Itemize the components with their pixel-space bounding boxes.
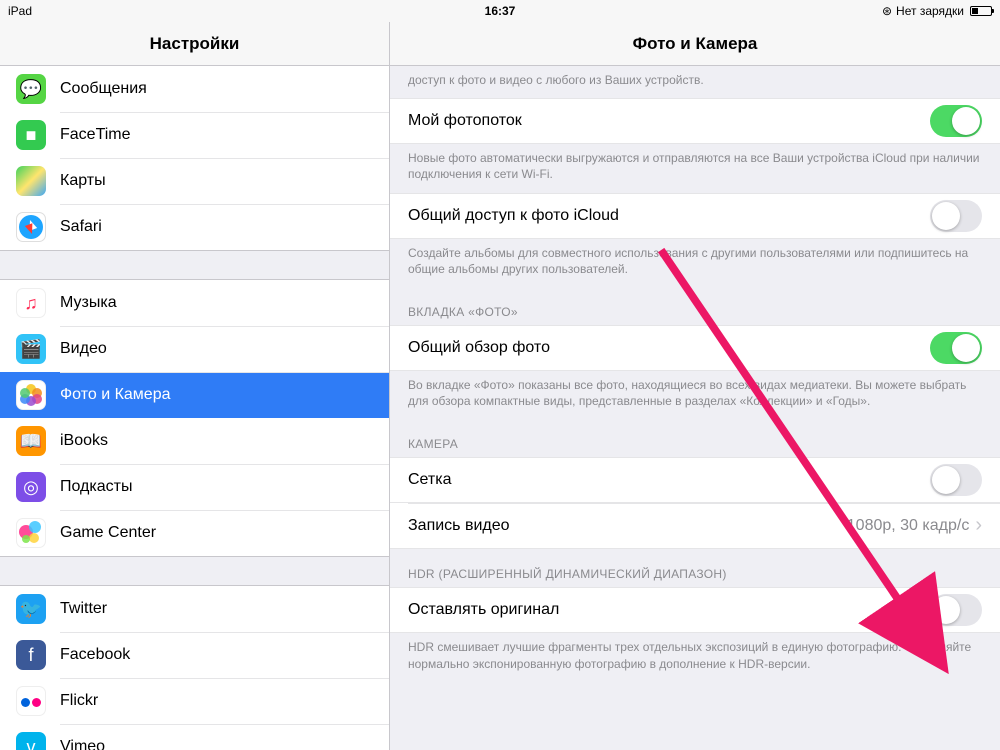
sidebar-item-safari[interactable]: Safari — [0, 204, 389, 250]
sidebar-item-label: Сообщения — [60, 80, 147, 98]
sidebar-item-gamecenter[interactable]: Game Center — [0, 510, 389, 556]
sidebar-item-label: Музыка — [60, 294, 117, 312]
sidebar-item-label: Twitter — [60, 600, 107, 618]
grid-switch[interactable] — [930, 464, 982, 496]
sidebar-item-label: Game Center — [60, 524, 156, 542]
status-right: ⊛ Нет зарядки — [672, 4, 992, 18]
sidebar-item-messages[interactable]: 💬 Сообщения — [0, 66, 389, 112]
sidebar-item-maps[interactable]: Карты — [0, 158, 389, 204]
status-time: 16:37 — [328, 4, 672, 18]
sidebar-item-facebook[interactable]: f Facebook — [0, 632, 389, 678]
camera-header: КАМЕРА — [390, 419, 1000, 457]
photostream-label: Мой фотопоток — [408, 112, 930, 130]
sidebar-item-photos[interactable]: Фото и Камера — [0, 372, 389, 418]
sidebar-item-ibooks[interactable]: 📖 iBooks — [0, 418, 389, 464]
facebook-icon: f — [16, 640, 46, 670]
icloud-access-footer: доступ к фото и видео с любого из Ваших … — [390, 66, 1000, 98]
maps-icon — [16, 166, 46, 196]
sidebar: Настройки 💬 Сообщения ■ FaceTime Карты Safari… — [0, 22, 390, 750]
sidebar-item-label: Facebook — [60, 646, 130, 664]
status-device: iPad — [8, 4, 328, 18]
facetime-icon: ■ — [16, 120, 46, 150]
hdr-header: HDR (РАСШИРЕННЫЙ ДИНАМИЧЕСКИЙ ДИАПАЗОН) — [390, 549, 1000, 587]
chevron-right-icon: › — [975, 514, 982, 537]
sidebar-item-flickr[interactable]: Flickr — [0, 678, 389, 724]
sidebar-item-label: Подкасты — [60, 478, 132, 496]
sidebar-item-twitter[interactable]: 🐦 Twitter — [0, 586, 389, 632]
twitter-icon: 🐦 — [16, 594, 46, 624]
status-bar: iPad 16:37 ⊛ Нет зарядки — [0, 0, 1000, 22]
row-grid[interactable]: Сетка — [390, 457, 1000, 503]
icloud-sharing-switch[interactable] — [930, 200, 982, 232]
status-battery-text: Нет зарядки — [896, 4, 964, 18]
photo-summary-switch[interactable] — [930, 332, 982, 364]
row-photo-summary[interactable]: Общий обзор фото — [390, 325, 1000, 371]
icloud-sharing-label: Общий доступ к фото iCloud — [408, 207, 930, 225]
detail-content[interactable]: доступ к фото и видео с любого из Ваших … — [390, 66, 1000, 750]
not-charging-icon: ⊛ — [882, 4, 892, 18]
sidebar-item-label: Safari — [60, 218, 102, 236]
sidebar-item-label: Карты — [60, 172, 106, 190]
sidebar-item-label: Фото и Камера — [60, 386, 171, 404]
safari-icon — [16, 212, 46, 242]
photostream-switch[interactable] — [930, 105, 982, 137]
row-keep-original[interactable]: Оставлять оригинал — [390, 587, 1000, 633]
record-video-label: Запись видео — [408, 517, 847, 535]
sidebar-item-music[interactable]: ♫ Музыка — [0, 280, 389, 326]
record-video-value: 1080p, 30 кадр/с — [847, 517, 970, 535]
row-record-video[interactable]: Запись видео 1080p, 30 кадр/с › — [390, 503, 1000, 549]
gamecenter-icon — [16, 518, 46, 548]
ibooks-icon: 📖 — [16, 426, 46, 456]
sidebar-item-label: Видео — [60, 340, 107, 358]
detail-pane: Фото и Камера доступ к фото и видео с лю… — [390, 22, 1000, 750]
row-icloud-sharing[interactable]: Общий доступ к фото iCloud — [390, 193, 1000, 239]
podcasts-icon: ◎ — [16, 472, 46, 502]
hdr-footer: HDR смешивает лучшие фрагменты трех отде… — [390, 633, 1000, 681]
icloud-sharing-footer: Создайте альбомы для совместного использ… — [390, 239, 1000, 287]
keep-original-label: Оставлять оригинал — [408, 601, 930, 619]
battery-icon — [970, 6, 992, 16]
sidebar-list[interactable]: 💬 Сообщения ■ FaceTime Карты Safari ♫ Музыка 🎬 В… — [0, 66, 389, 750]
sidebar-item-facetime[interactable]: ■ FaceTime — [0, 112, 389, 158]
sidebar-item-vimeo[interactable]: v Vimeo — [0, 724, 389, 750]
row-photostream[interactable]: Мой фотопоток — [390, 98, 1000, 144]
sidebar-title: Настройки — [0, 22, 389, 66]
grid-label: Сетка — [408, 471, 930, 489]
keep-original-switch[interactable] — [930, 594, 982, 626]
sidebar-item-label: Flickr — [60, 692, 98, 710]
messages-icon: 💬 — [16, 74, 46, 104]
photostream-footer: Новые фото автоматически выгружаются и о… — [390, 144, 1000, 192]
sidebar-item-video[interactable]: 🎬 Видео — [0, 326, 389, 372]
sidebar-item-label: iBooks — [60, 432, 108, 450]
photo-summary-label: Общий обзор фото — [408, 339, 930, 357]
video-icon: 🎬 — [16, 334, 46, 364]
detail-title: Фото и Камера — [390, 22, 1000, 66]
photo-summary-footer: Во вкладке «Фото» показаны все фото, нах… — [390, 371, 1000, 419]
photos-icon — [16, 380, 46, 410]
vimeo-icon: v — [16, 732, 46, 750]
sidebar-item-label: FaceTime — [60, 126, 131, 144]
sidebar-item-label: Vimeo — [60, 738, 105, 750]
flickr-icon — [16, 686, 46, 716]
music-icon: ♫ — [16, 288, 46, 318]
sidebar-item-podcasts[interactable]: ◎ Подкасты — [0, 464, 389, 510]
photos-tab-header: ВКЛАДКА «ФОТО» — [390, 287, 1000, 325]
